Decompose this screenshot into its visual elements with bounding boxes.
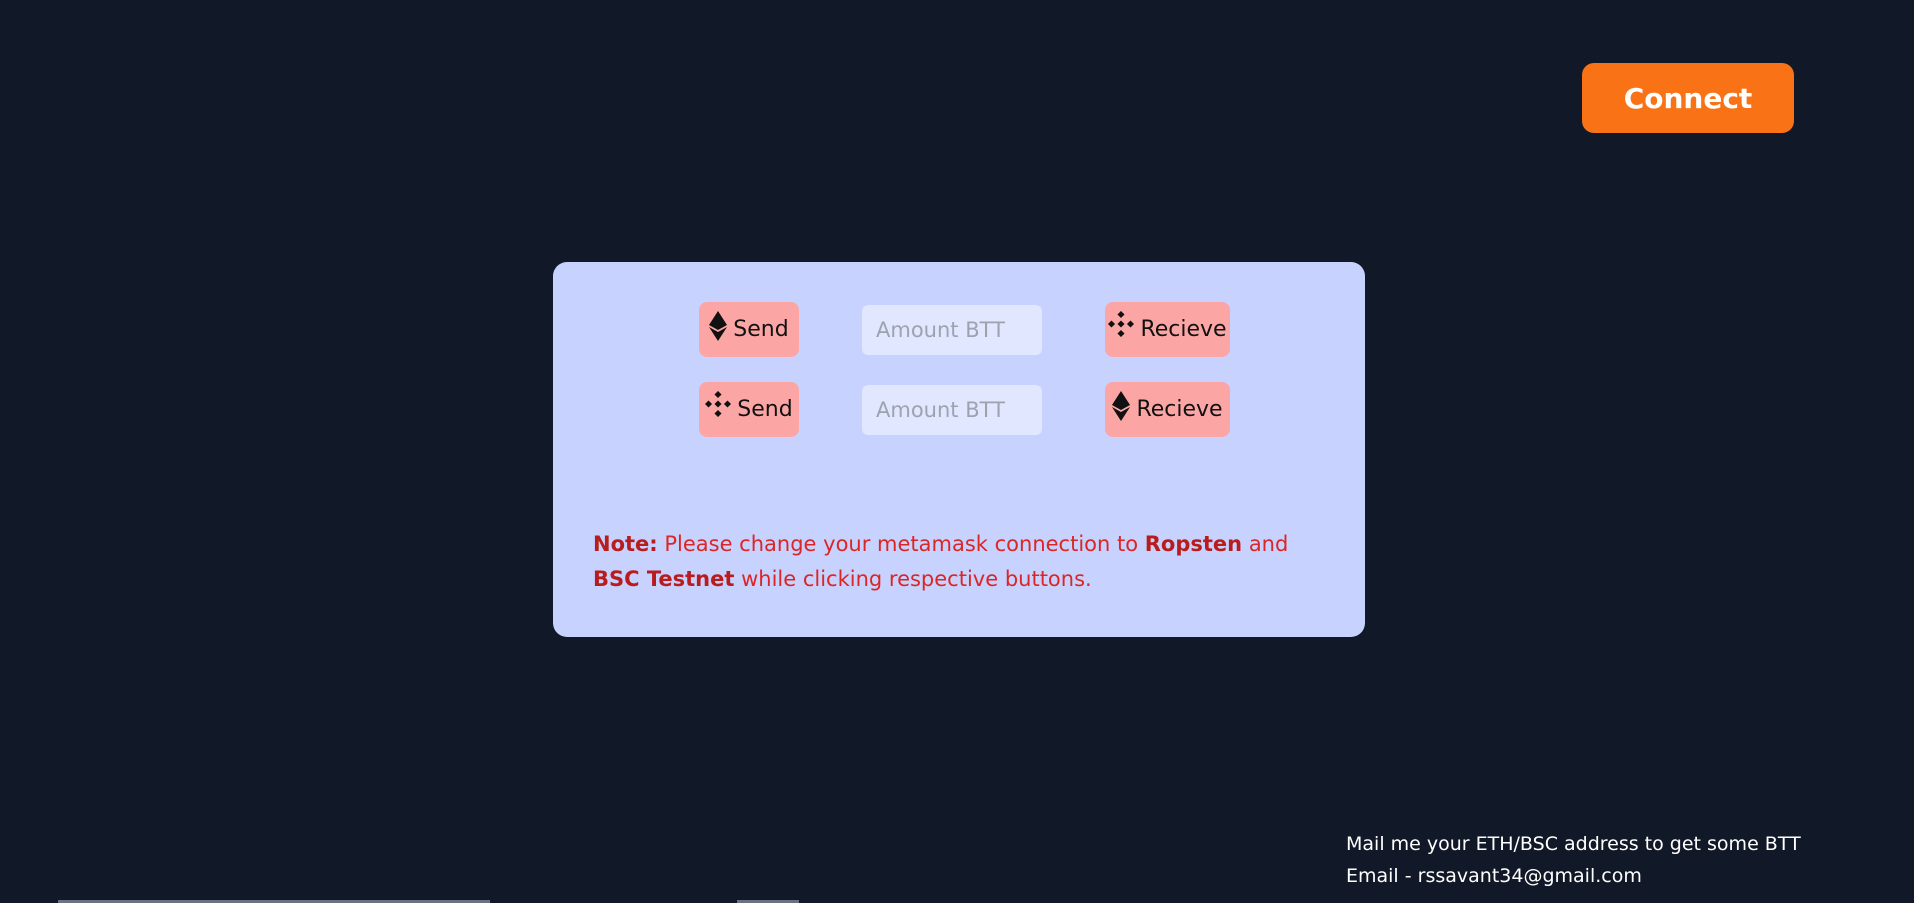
swap-row-bsc-to-eth: Send Recieve	[699, 382, 1230, 437]
footer-contact: Mail me your ETH/BSC address to get some…	[1346, 828, 1801, 892]
recieve-bsc-button[interactable]: Recieve	[1105, 302, 1230, 357]
note-label: Note:	[593, 532, 658, 556]
recieve-label: Recieve	[1136, 397, 1223, 422]
send-label: Send	[733, 317, 789, 342]
connect-button[interactable]: Connect	[1582, 63, 1794, 133]
send-label: Send	[737, 397, 793, 422]
recieve-eth-button[interactable]: Recieve	[1105, 382, 1230, 437]
recieve-label: Recieve	[1140, 317, 1227, 342]
footer-email: Email - rssavant34@gmail.com	[1346, 865, 1642, 887]
amount-input[interactable]	[862, 304, 1042, 355]
amount-input[interactable]	[862, 384, 1042, 435]
note-text: while clicking respective buttons.	[734, 567, 1092, 591]
binance-icon	[1108, 310, 1135, 343]
ethereum-icon	[1112, 390, 1131, 423]
binance-icon	[705, 390, 732, 423]
footer-mail-request: Mail me your ETH/BSC address to get some…	[1346, 833, 1801, 855]
swap-card: Send Recieve	[553, 262, 1365, 637]
note-text: and	[1242, 532, 1289, 556]
swap-row-eth-to-bsc: Send Recieve	[699, 302, 1230, 357]
send-bsc-button[interactable]: Send	[699, 382, 799, 437]
ethereum-icon	[709, 310, 728, 343]
send-eth-button[interactable]: Send	[699, 302, 799, 357]
network-bsc-testnet: BSC Testnet	[593, 567, 735, 591]
note-text: Please change your metamask connection t…	[657, 532, 1145, 556]
network-note: Note: Please change your metamask connec…	[593, 527, 1333, 597]
network-ropsten: Ropsten	[1144, 532, 1243, 556]
